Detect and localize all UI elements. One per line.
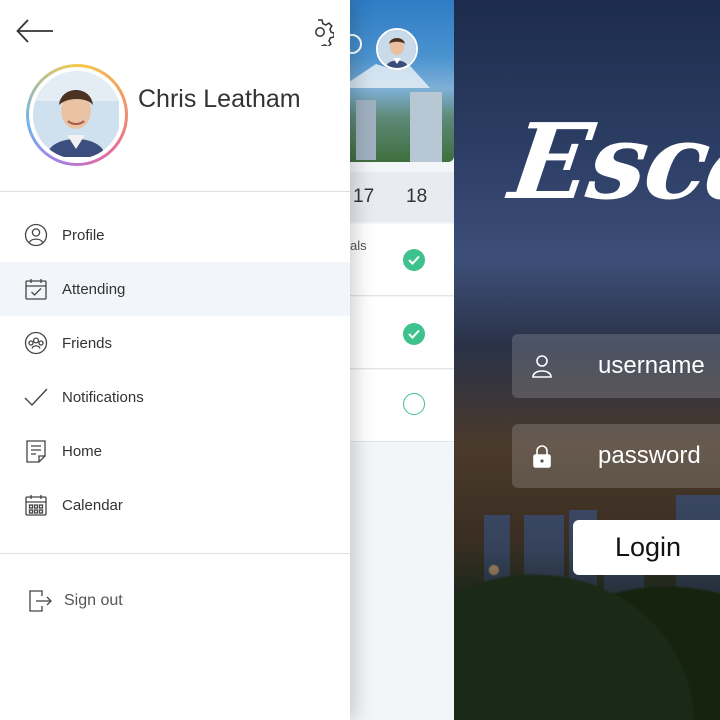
menu-item-label: Home	[62, 442, 103, 460]
friends-icon	[24, 331, 48, 355]
app-logo-text: Escap	[503, 100, 720, 223]
menu-item-profile[interactable]: Profile	[0, 208, 350, 262]
profile-icon	[24, 223, 48, 247]
menu-item-label: Friends	[62, 334, 113, 352]
password-field[interactable]: password	[512, 424, 720, 488]
login-button[interactable]: Login	[573, 520, 720, 575]
divider	[0, 191, 350, 192]
menu-item-attending[interactable]: Attending	[0, 262, 350, 316]
empty-circle-icon[interactable]	[403, 393, 425, 415]
gear-icon[interactable]	[306, 18, 335, 50]
back-arrow-icon[interactable]	[16, 18, 54, 44]
menu-item-friends[interactable]: Friends	[0, 316, 350, 370]
sign-out-label: Sign out	[64, 592, 123, 609]
sign-out-button[interactable]: Sign out	[0, 580, 350, 622]
profile-avatar[interactable]	[26, 64, 128, 166]
menu-item-calendar[interactable]: Calendar	[0, 478, 350, 532]
navigation-drawer: Chris Leatham Profile Attending Friends …	[0, 0, 350, 720]
menu-item-home[interactable]: Home	[0, 424, 350, 478]
home-document-icon	[24, 439, 48, 463]
list-item[interactable]	[350, 370, 454, 442]
avatar[interactable]	[376, 28, 418, 70]
divider	[0, 553, 350, 554]
checkmark-icon	[24, 385, 48, 409]
calendar-grid-icon	[24, 493, 48, 517]
menu-item-label: Profile	[62, 226, 105, 244]
check-circle-icon[interactable]	[403, 249, 425, 271]
calendar-check-icon	[24, 277, 48, 301]
event-name: als	[350, 238, 367, 253]
lock-icon	[512, 444, 572, 468]
username-field[interactable]: username	[512, 334, 720, 398]
menu-item-label: Notifications	[62, 388, 144, 406]
header-banner	[350, 0, 454, 162]
day-label: 17	[353, 186, 375, 207]
user-icon	[512, 354, 572, 378]
list-item[interactable]	[350, 297, 454, 369]
username-placeholder: username	[598, 352, 705, 379]
list-item[interactable]: als	[350, 224, 454, 296]
menu-item-notifications[interactable]: Notifications	[0, 370, 350, 424]
attendance-screen: 17 18 als	[350, 0, 454, 720]
drawer-menu: Profile Attending Friends Notifications …	[0, 208, 350, 532]
menu-item-label: Attending	[62, 280, 126, 298]
login-screen: Escap username password Login	[454, 0, 720, 720]
day-label: 18	[406, 186, 428, 207]
user-name: Chris Leatham	[138, 85, 301, 113]
password-placeholder: password	[598, 442, 701, 469]
sign-out-icon	[28, 589, 52, 613]
day-header: 17 18	[350, 172, 454, 222]
check-circle-icon[interactable]	[403, 323, 425, 345]
search-icon[interactable]	[350, 34, 362, 54]
menu-item-label: Calendar	[62, 496, 123, 514]
